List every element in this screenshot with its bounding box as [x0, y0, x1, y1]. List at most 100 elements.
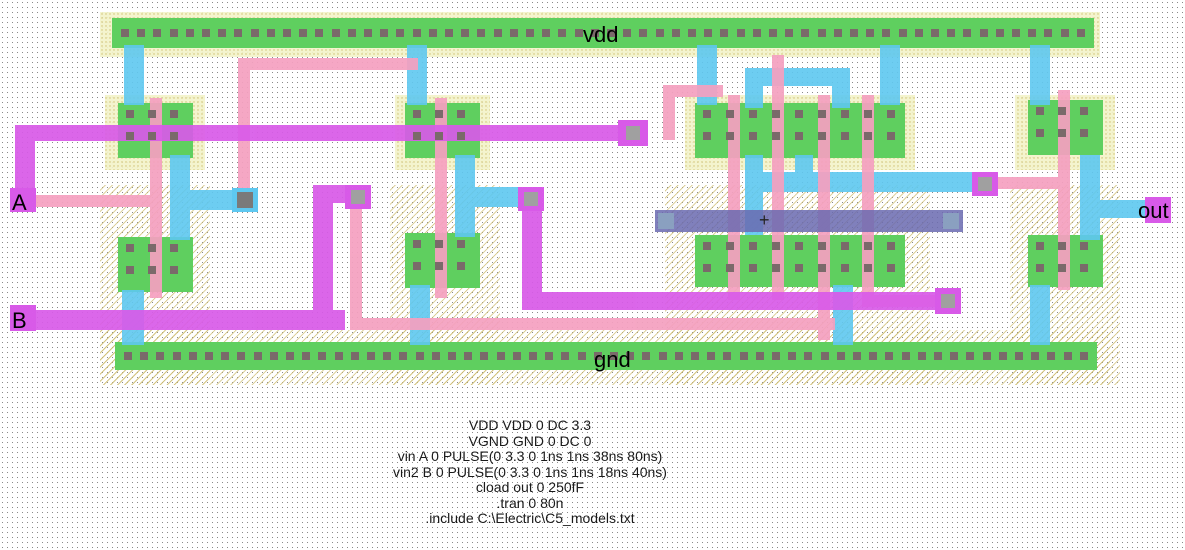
contact-cut — [707, 352, 715, 360]
m1-vdd-drop-5[interactable] — [1030, 45, 1050, 105]
contact-cut — [121, 29, 129, 37]
contact-cut — [818, 132, 826, 140]
contact-cut — [396, 29, 404, 37]
contact-cut — [494, 29, 502, 37]
contact-cut — [882, 29, 890, 37]
contact-cut — [772, 132, 780, 140]
contact-cut — [367, 352, 375, 360]
contact-cut — [429, 29, 437, 37]
contact-cut — [737, 29, 745, 37]
contact-cut — [186, 29, 194, 37]
contact-cut — [234, 29, 242, 37]
poly-out-gate[interactable] — [1058, 90, 1070, 290]
contact-cut — [723, 352, 731, 360]
contact-cut — [918, 352, 926, 360]
contact-cut — [335, 352, 343, 360]
m1-vdd-drop-2[interactable] — [407, 45, 427, 105]
poly-mux-up-h[interactable] — [663, 85, 723, 97]
contact-cut — [749, 242, 757, 250]
via-mux-right-inner — [941, 294, 955, 308]
contact-cut — [1077, 29, 1085, 37]
contact-cut — [383, 352, 391, 360]
poly-mux-g2[interactable] — [772, 55, 784, 300]
m1-vdd-drop-4[interactable] — [880, 45, 900, 105]
contact-cut — [672, 29, 680, 37]
contact-cut — [950, 352, 958, 360]
m2-a-h[interactable] — [15, 125, 635, 141]
spice-line: .include C:\Electric\C5_models.txt — [425, 510, 635, 526]
contact-cut — [785, 29, 793, 37]
contact-cut — [140, 352, 148, 360]
poly-a-h[interactable] — [18, 195, 160, 207]
contact-cut — [934, 352, 942, 360]
contact-cut — [299, 29, 307, 37]
contact-cut — [853, 352, 861, 360]
m1-mux-mid-drop-2[interactable] — [795, 155, 813, 190]
contact-cut — [720, 29, 728, 37]
contact-cut — [691, 352, 699, 360]
m1-mux-left[interactable] — [745, 68, 763, 108]
via-nwell-right[interactable] — [943, 213, 959, 229]
contact-cut — [818, 110, 826, 118]
contact-cut — [575, 29, 583, 37]
poly-top-h[interactable] — [238, 58, 418, 70]
contact-cut — [126, 110, 134, 118]
contact-cut — [795, 132, 803, 140]
contact-cut — [869, 352, 877, 360]
spice-line: vin2 B 0 PULSE(0 3.3 0 1ns 1ns 18ns 40ns… — [393, 463, 667, 480]
contact-cut — [756, 352, 764, 360]
contact-cut — [795, 242, 803, 250]
contact-cut — [772, 242, 780, 250]
contact-cut — [1080, 352, 1088, 360]
contact-cut — [432, 352, 440, 360]
contact-cut — [864, 264, 872, 272]
contact-cut — [980, 29, 988, 37]
m2-b-v[interactable] — [313, 185, 333, 330]
contact-cut — [153, 29, 161, 37]
contact-cut — [286, 352, 294, 360]
contact-cut — [887, 264, 895, 272]
contact-cut — [126, 244, 134, 252]
contact-cut — [1064, 352, 1072, 360]
via-nwell-left[interactable] — [658, 213, 674, 229]
m2-mux-h[interactable] — [522, 292, 950, 310]
m1-gnd-drop-2[interactable] — [410, 285, 430, 345]
m2-b-h[interactable] — [15, 310, 345, 330]
contact-cut — [703, 132, 711, 140]
poly-mux-g4[interactable] — [862, 95, 874, 305]
contact-cut — [837, 352, 845, 360]
contact-cut — [966, 352, 974, 360]
contact-cut — [170, 244, 178, 252]
contact-cut — [1012, 29, 1020, 37]
contact-cut — [1036, 264, 1044, 272]
m1-vdd-drop-1[interactable] — [124, 45, 144, 105]
contact-cut — [435, 110, 443, 118]
contact-cut — [841, 110, 849, 118]
contact-cut — [1036, 242, 1044, 250]
contact-cut — [364, 29, 372, 37]
gnd-label: gnd — [594, 347, 631, 372]
contact-cut — [841, 132, 849, 140]
contact-cut — [218, 29, 226, 37]
contact-cut — [675, 352, 683, 360]
contact-cut — [887, 132, 895, 140]
m1-out-v[interactable] — [1080, 155, 1100, 240]
nwell-bar[interactable] — [655, 210, 963, 232]
nwell-plus-marker: + — [759, 210, 770, 230]
contact-cut — [899, 29, 907, 37]
contact-cut — [749, 132, 757, 140]
contact-cut — [726, 132, 734, 140]
contact-cut — [639, 29, 647, 37]
contact-cut — [659, 352, 667, 360]
contact-cut — [841, 264, 849, 272]
contact-cut — [726, 264, 734, 272]
contact-cut — [1061, 29, 1069, 37]
poly-b-bottom[interactable] — [350, 318, 835, 330]
m1-mux-right[interactable] — [832, 68, 850, 108]
m1-gnd-drop-4[interactable] — [1030, 285, 1050, 345]
contact-cut — [542, 29, 550, 37]
poly-b-feed[interactable] — [350, 190, 362, 330]
contact-cut — [380, 29, 388, 37]
contact-cut — [1036, 107, 1044, 115]
contact-cut — [170, 29, 178, 37]
